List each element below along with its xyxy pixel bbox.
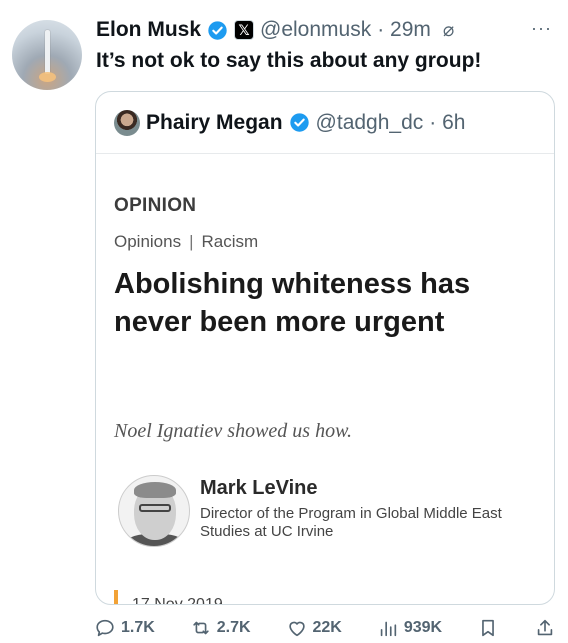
repost-button[interactable]: 2.7K (190, 617, 251, 639)
article-author-photo (118, 475, 190, 547)
article-author-name: Mark LeVine (200, 477, 318, 499)
article-date: 17 Nov 2019 (132, 596, 223, 605)
share-button[interactable] (534, 617, 556, 639)
author-photo-hair (134, 482, 176, 498)
quoted-author-avatar[interactable] (114, 109, 140, 136)
tweet-actions-bar: 1.7K 2.7K 22K 939K (94, 616, 556, 640)
tweet-time[interactable]: · 29m (377, 18, 431, 42)
author-avatar[interactable] (12, 20, 82, 90)
like-button[interactable]: 22K (286, 617, 342, 639)
views-chart-icon (380, 621, 396, 637)
reply-button[interactable]: 1.7K (94, 617, 155, 639)
author-name[interactable]: Elon Musk (96, 18, 201, 42)
date-accent-bar (114, 590, 118, 604)
quoted-tweet[interactable]: Phairy Megan @tadgh_dc · 6h OPINION Opin… (95, 91, 555, 605)
share-icon (537, 619, 553, 636)
affiliate-x-badge-icon: 𝕏 (234, 20, 255, 40)
verified-badge-icon (289, 113, 309, 132)
like-count: 22K (312, 619, 342, 636)
article-headline: Abolishing whiteness has never been more… (114, 268, 471, 338)
article-subheadline: Noel Ignatiev showed us how. (114, 420, 352, 442)
breadcrumb-separator: | (189, 232, 194, 251)
reply-icon (96, 619, 114, 637)
grok-icon[interactable]: ⌀ (443, 19, 454, 42)
article-breadcrumb: Opinions | Racism (114, 232, 258, 252)
tweet-header: Elon Musk 𝕏 @elonmusk · 29m ⌀ (96, 13, 454, 47)
views-button[interactable]: 939K (377, 617, 442, 639)
more-options-icon[interactable]: ··· (531, 18, 552, 39)
article-kicker: OPINION (114, 195, 197, 216)
author-photo-glasses (139, 504, 171, 512)
tweet-text: It’s not ok to say this about any group! (96, 49, 482, 72)
rocket-image (45, 30, 50, 74)
quoted-tweet-time[interactable]: · 6h (429, 111, 465, 135)
article-screenshot: OPINION Opinions | Racism Abolishing white… (96, 155, 554, 604)
breadcrumb-opinions: Opinions (114, 232, 182, 251)
reply-count: 1.7K (121, 619, 155, 636)
quoted-tweet-header: Phairy Megan @tadgh_dc · 6h (96, 92, 554, 154)
verified-badge-icon (208, 20, 227, 40)
rocket-flame-image (39, 72, 56, 82)
view-count: 939K (403, 619, 443, 636)
bookmark-icon (482, 619, 494, 637)
quoted-author-name[interactable]: Phairy Megan (146, 111, 283, 135)
repost-count: 2.7K (216, 619, 251, 636)
heart-icon (288, 621, 305, 637)
breadcrumb-racism: Racism (201, 232, 259, 251)
quoted-author-handle[interactable]: @tadgh_dc (316, 111, 424, 135)
repost-icon (193, 621, 209, 635)
article-author-bio: Director of the Program in Global Middle… (200, 505, 502, 540)
bookmark-button[interactable] (477, 617, 499, 639)
author-handle[interactable]: @elonmusk (260, 18, 371, 42)
